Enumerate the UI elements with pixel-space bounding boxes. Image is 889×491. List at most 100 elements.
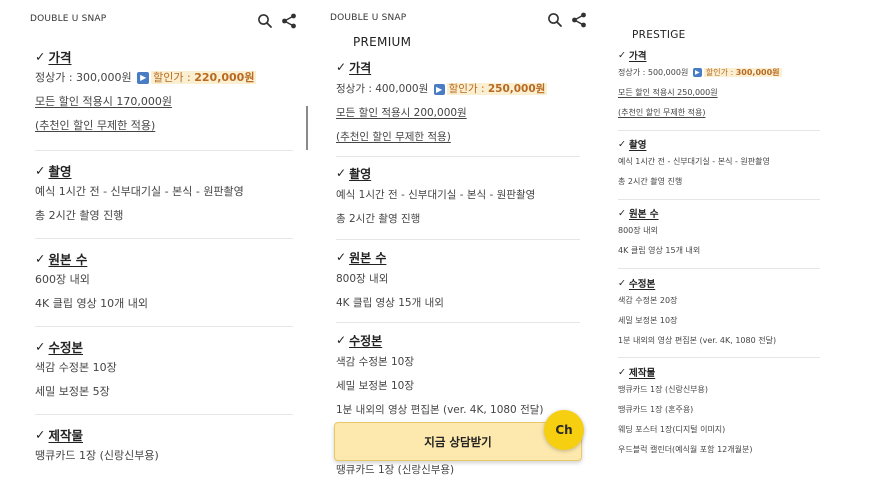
list-item: 4K 클립 영상 15개 내외 (336, 297, 444, 309)
section-title: 가격 (349, 60, 372, 75)
divider (618, 268, 820, 269)
list-item: 예식 1시간 전 - 신부대기실 - 본식 - 원판촬영 (35, 185, 244, 198)
section-title: 수정본 (48, 339, 83, 355)
shooting-section: ✓ 촬영 예식 1시간 전 - 신부대기실 - 본식 - 원판촬영 총 2시간 촬… (35, 160, 310, 228)
list-item: 색감 수정본 10장 (336, 356, 414, 368)
products-section: 땡큐카드 1장 (신랑신부용) (336, 458, 600, 482)
list-item: 1분 내외의 영상 편집본 (ver. 4K, 1080 전달) (618, 336, 777, 345)
list-item: 세밀 보정본 10장 (618, 316, 678, 325)
list-item: 웨딩 포스터 1장(디지털 이미지) (618, 425, 726, 434)
section-title: 수정본 (349, 333, 383, 348)
play-icon: ▶ (137, 72, 150, 84)
kakao-channel-icon[interactable]: Ch (544, 410, 584, 450)
list-item: 600장 내외 (35, 273, 90, 286)
checkmark-icon: ✓ (336, 333, 347, 347)
referral-note: (추천인 할인 무제한 적용) (336, 131, 451, 143)
shooting-section: ✓ 촬영 예식 1시간 전 - 신부대기실 - 본식 - 원판촬영 총 2시간 촬… (618, 136, 840, 192)
checkmark-icon: ✓ (618, 138, 626, 150)
list-item: 땡큐카드 1장 (신랑신부용) (336, 464, 455, 476)
section-title: 제작물 (48, 427, 83, 443)
checkmark-icon: ✓ (618, 207, 626, 219)
list-item: 땡큐카드 1장 (신랑신부용) (618, 385, 709, 394)
divider (618, 357, 820, 358)
edits-section: ✓ 수정본 색감 수정본 20장 세밀 보정본 10장 1분 내외의 영상 편집본… (618, 275, 840, 351)
list-item: 세밀 보정본 5장 (35, 385, 110, 398)
divider (336, 322, 580, 323)
checkmark-icon: ✓ (618, 366, 626, 378)
list-item: 땡큐카드 1장 (신랑신부용) (35, 449, 159, 462)
price-section: ✓ 가격 정상가 : 300,000원 ▶ 할인가 : 220,000원 모든 할인… (35, 46, 310, 138)
share-icon[interactable] (280, 12, 298, 30)
list-item: 우드블럭 캘린더(예식월 포함 12개월분) (618, 445, 753, 454)
shooting-section: ✓ 촬영 예식 1시간 전 - 신부대기실 - 본식 - 원판촬영 총 2시간 촬… (336, 163, 600, 231)
checkmark-icon: ✓ (35, 338, 46, 354)
section-title: 가격 (628, 51, 647, 62)
search-icon[interactable] (256, 12, 274, 30)
section-title: 가격 (48, 49, 72, 65)
play-icon: ▶ (692, 68, 702, 77)
plan-title: PRESTIGE (632, 29, 686, 41)
list-item: 색감 수정본 20장 (618, 296, 678, 305)
search-icon[interactable] (546, 11, 564, 29)
price-section: ✓ 가격 정상가 : 500,000원 ▶ 할인가 : 300,000원 모든 할인… (618, 47, 840, 123)
divider (336, 239, 580, 240)
section-title: 원본 수 (48, 251, 88, 267)
chat-label: Ch (555, 423, 573, 437)
sale-price: 할인가 : 220,000원 (151, 71, 257, 84)
checkmark-icon: ✓ (618, 49, 626, 61)
divider (35, 326, 293, 327)
edits-section: ✓ 수정본 색감 수정본 10장 세밀 보정본 5장 (35, 336, 310, 404)
list-item: 800장 내외 (618, 226, 658, 235)
sale-price: 할인가 : 250,000원 (446, 83, 548, 95)
list-item: 4K 클립 영상 10개 내외 (35, 297, 149, 310)
divider (618, 130, 820, 131)
originals-section: ✓ 원본 수 800장 내외 4K 클립 영상 15개 내외 (336, 247, 600, 315)
regular-price: 정상가 : 300,000원 ▶ 할인가 : 220,000원 (35, 71, 257, 84)
products-section: ✓ 제작물 땡큐카드 1장 (신랑신부용) (35, 424, 310, 468)
referral-note: (추천인 할인 무제한 적용) (35, 119, 156, 132)
package-panel-standard: DOUBLE U SNAP ✓ 가격 정상가 : 300,000원 ▶ 할인가 : … (20, 0, 310, 491)
checkmark-icon: ✓ (35, 48, 46, 64)
list-item: 총 2시간 촬영 진행 (336, 213, 421, 225)
list-item: 세밀 보정본 10장 (336, 380, 414, 392)
checkmark-icon: ✓ (618, 277, 626, 289)
divider (35, 414, 293, 415)
discount-all-price: 모든 할인 적용시 170,000원 (35, 95, 172, 108)
divider (618, 199, 820, 200)
divider (35, 238, 293, 239)
originals-section: ✓ 원본 수 800장 내외 4K 클립 영상 15개 내외 (618, 205, 840, 261)
section-title: 원본 수 (349, 250, 387, 265)
referral-note: (추천인 할인 무제한 적용) (618, 108, 706, 117)
brand-logo[interactable]: DOUBLE U SNAP (30, 14, 106, 24)
brand-logo[interactable]: DOUBLE U SNAP (330, 13, 406, 23)
divider (35, 150, 293, 151)
list-item: 800장 내외 (336, 273, 389, 285)
discount-all-price: 모든 할인 적용시 250,000원 (618, 88, 718, 97)
section-title: 수정본 (628, 279, 656, 290)
app-header: DOUBLE U SNAP (330, 11, 588, 31)
checkmark-icon: ✓ (35, 426, 46, 442)
list-item: 색감 수정본 10장 (35, 361, 117, 374)
divider (336, 156, 580, 157)
section-title: 촬영 (349, 166, 372, 181)
list-item: 총 2시간 촬영 진행 (618, 177, 683, 186)
share-icon[interactable] (570, 11, 588, 29)
edits-section: ✓ 수정본 색감 수정본 10장 세밀 보정본 10장 1분 내외의 영상 편집본… (336, 330, 600, 422)
checkmark-icon: ✓ (336, 60, 347, 74)
scrollbar-thumb[interactable] (306, 106, 308, 150)
section-title: 촬영 (628, 140, 647, 151)
section-title: 원본 수 (628, 209, 659, 220)
app-header: DOUBLE U SNAP (30, 12, 298, 32)
regular-price: 정상가 : 400,000원 ▶ 할인가 : 250,000원 (336, 83, 548, 95)
sale-price: 할인가 : 300,000원 (703, 68, 782, 77)
products-section: ✓ 제작물 땡큐카드 1장 (신랑신부용) 땡큐카드 1장 (혼주용) 웨딩 포스… (618, 364, 840, 460)
list-item: 예식 1시간 전 - 신부대기실 - 본식 - 원판촬영 (618, 157, 770, 166)
play-icon: ▶ (433, 83, 445, 95)
checkmark-icon: ✓ (35, 162, 46, 178)
plan-title: PREMIUM (353, 35, 412, 49)
price-section: ✓ 가격 정상가 : 400,000원 ▶ 할인가 : 250,000원 모든 할인… (336, 57, 600, 149)
originals-section: ✓ 원본 수 600장 내외 4K 클립 영상 10개 내외 (35, 248, 310, 316)
checkmark-icon: ✓ (35, 250, 46, 266)
section-title: 촬영 (48, 163, 72, 179)
discount-all-price: 모든 할인 적용시 200,000원 (336, 107, 467, 119)
